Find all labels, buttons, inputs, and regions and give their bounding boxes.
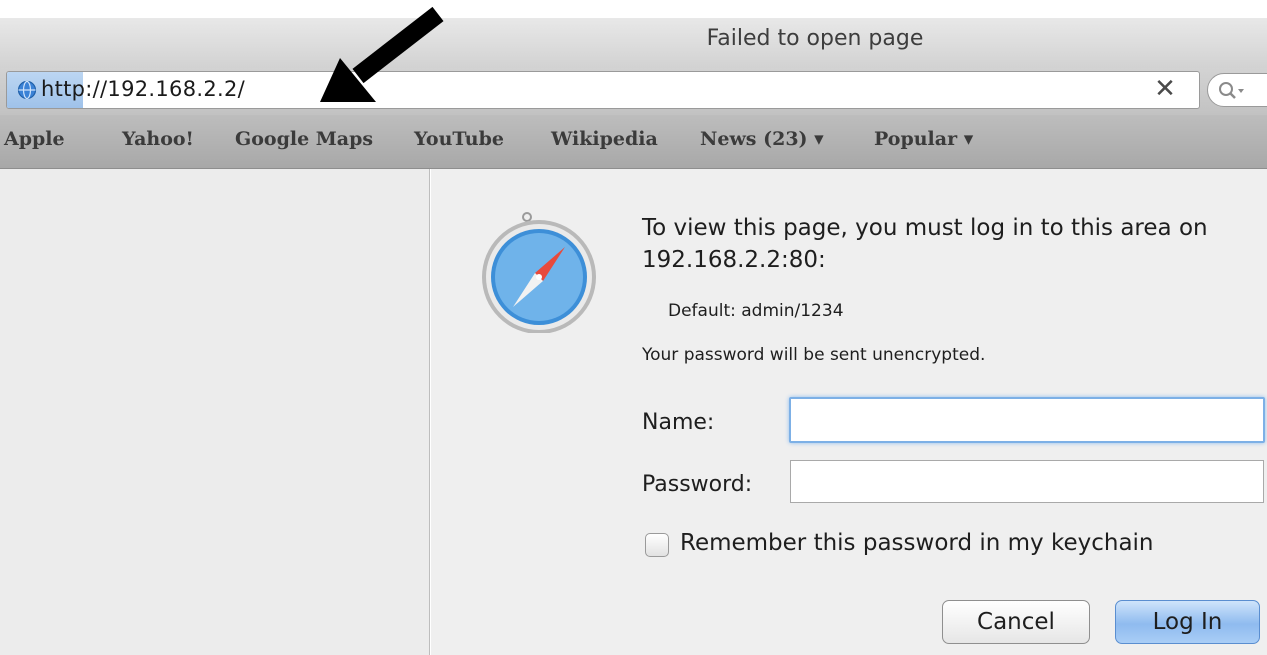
password-field[interactable] (790, 460, 1264, 503)
auth-realm: Default: admin/1234 (668, 301, 844, 321)
cancel-button[interactable]: Cancel (942, 600, 1090, 644)
url-text[interactable]: http://192.168.2.2/ (41, 77, 245, 101)
bookmark-google-maps[interactable]: Google Maps (235, 128, 373, 150)
unencrypted-warning: Your password will be sent unencrypted. (642, 345, 986, 365)
bookmark-wikipedia[interactable]: Wikipedia (551, 128, 658, 150)
page-content-area (0, 169, 430, 655)
name-label: Name: (642, 410, 715, 435)
arrow-icon (320, 6, 444, 102)
bookmark-apple[interactable]: Apple (4, 128, 65, 150)
clear-icon[interactable]: ✕ (1152, 74, 1178, 104)
bookmark-popular[interactable]: Popular ▾ (874, 128, 973, 150)
globe-icon (17, 80, 37, 100)
address-bar[interactable]: http://192.168.2.2/ (6, 71, 1200, 109)
window-title: Failed to open page (706, 26, 924, 51)
remember-label[interactable]: Remember this password in my keychain (680, 530, 1154, 556)
bookmark-news[interactable]: News (23) ▾ (700, 128, 824, 150)
search-icon[interactable] (1218, 80, 1258, 102)
remember-checkbox[interactable] (645, 533, 669, 557)
name-field[interactable] (789, 397, 1265, 443)
browser-window: Failed to open page http://192.168.2.2/ … (0, 0, 1267, 655)
login-button[interactable]: Log In (1115, 600, 1260, 644)
bookmark-youtube[interactable]: YouTube (414, 128, 504, 150)
auth-message: To view this page, you must log in to th… (642, 215, 1208, 273)
bookmark-yahoo[interactable]: Yahoo! (122, 128, 194, 150)
top-margin (0, 0, 1267, 18)
password-label: Password: (642, 472, 753, 497)
safari-compass-icon (482, 212, 596, 333)
